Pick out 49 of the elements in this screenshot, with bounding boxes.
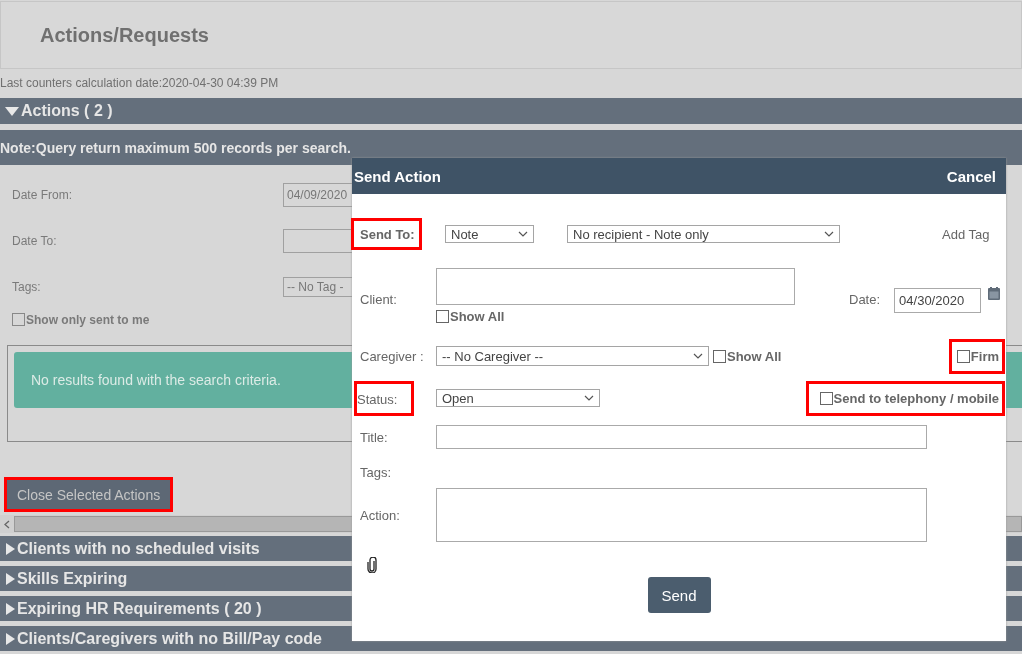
expand-triangle-icon[interactable] xyxy=(4,542,16,555)
section-title[interactable]: Actions ( 2 ) xyxy=(21,102,113,120)
section-title[interactable]: Clients with no scheduled visits xyxy=(17,539,260,558)
expand-triangle-icon[interactable] xyxy=(4,632,16,645)
recipient-select[interactable]: No recipient - Note only xyxy=(567,225,840,243)
collapse-triangle-icon[interactable] xyxy=(4,105,20,117)
filter-label: Tags: xyxy=(12,280,42,294)
caregiver-select[interactable]: -- No Caregiver -- xyxy=(436,346,709,366)
add-tag-link[interactable]: Add Tag xyxy=(942,226,990,242)
paperclip-icon[interactable] xyxy=(367,557,377,573)
counters-date-text: Last counters calculation date:2020-04-30 04:39 PM xyxy=(0,76,280,91)
date-label: Date: xyxy=(849,292,881,307)
client-label: Client: xyxy=(360,292,398,307)
send-to-label: Send To: xyxy=(354,221,419,247)
checkbox[interactable] xyxy=(713,349,726,363)
title-label: Title: xyxy=(360,429,389,445)
checkbox[interactable] xyxy=(956,349,970,363)
checkbox[interactable] xyxy=(12,313,25,326)
page-title: Actions/Requests xyxy=(40,23,209,47)
expand-triangle-icon[interactable] xyxy=(4,572,16,585)
scroll-left-icon[interactable] xyxy=(4,519,10,529)
title-field[interactable] xyxy=(436,425,927,449)
filter-label: Date To: xyxy=(12,234,58,248)
checkbox[interactable] xyxy=(819,391,833,405)
date-field[interactable]: 04/30/2020 xyxy=(894,288,982,313)
dropdown-caret-icon[interactable] xyxy=(824,231,834,237)
section-title[interactable]: Expiring HR Requirements ( 20 ) xyxy=(17,599,262,618)
cancel-link[interactable]: Cancel xyxy=(946,167,996,185)
dialog-title: Send Action xyxy=(354,167,441,185)
send-button[interactable]: Send xyxy=(647,577,711,613)
dropdown-caret-icon[interactable] xyxy=(693,353,703,359)
dropdown-caret-icon[interactable] xyxy=(584,395,594,401)
calendar-icon[interactable] xyxy=(988,287,1001,300)
checkbox-label: Show only sent to me xyxy=(26,312,150,327)
tags-label: Tags: xyxy=(360,465,393,480)
date-field[interactable] xyxy=(283,229,353,253)
checkbox-label: Show All xyxy=(450,309,505,324)
checkbox-label: Send to telephony / mobile xyxy=(833,390,999,406)
action-textarea[interactable] xyxy=(436,488,927,542)
filter-label: Date From: xyxy=(12,188,73,202)
action-label: Action: xyxy=(360,507,401,523)
client-field[interactable] xyxy=(436,268,795,305)
checkbox[interactable] xyxy=(436,310,449,323)
close-selected-actions-button[interactable]: Close Selected Actions xyxy=(4,477,174,512)
send-type-select[interactable]: Note xyxy=(445,225,534,243)
expand-triangle-icon[interactable] xyxy=(4,602,16,615)
status-select[interactable]: Open xyxy=(436,389,600,407)
section-title[interactable]: Skills Expiring xyxy=(17,569,128,588)
dropdown-caret-icon[interactable] xyxy=(518,231,528,237)
